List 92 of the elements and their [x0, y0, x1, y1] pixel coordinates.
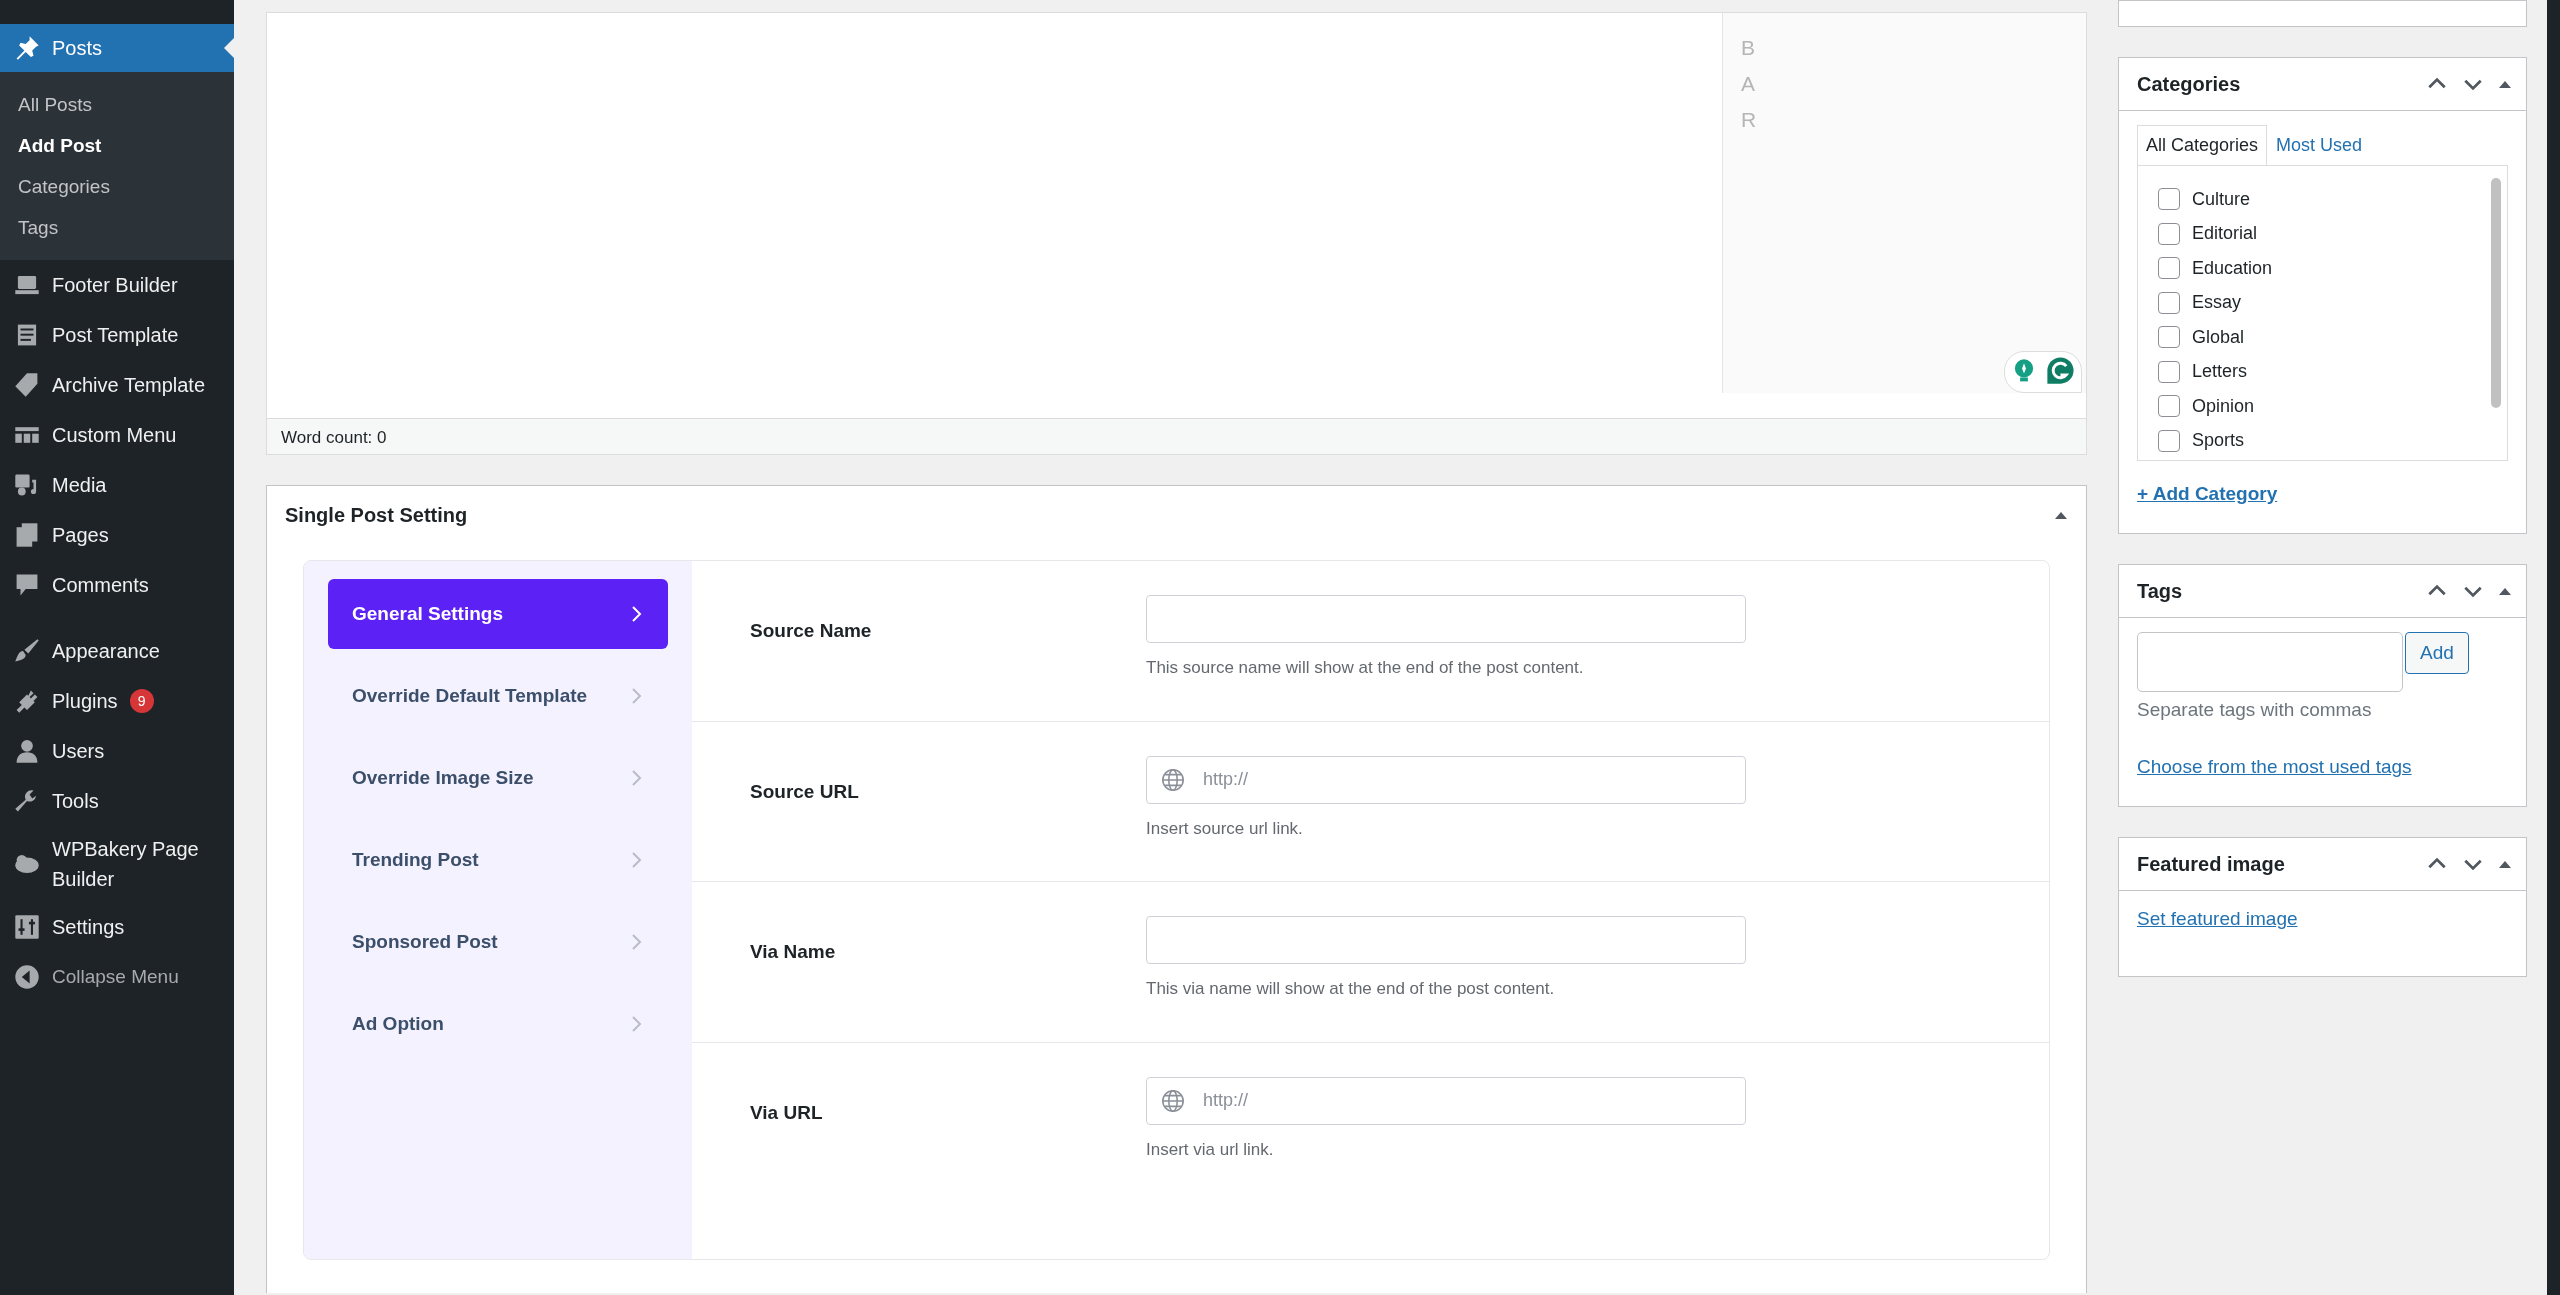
submenu-item[interactable]: Tags [0, 207, 234, 248]
checkbox-label: Essay [2192, 291, 2242, 315]
category-tab[interactable]: All Categories [2137, 125, 2268, 165]
menu-item[interactable]: Pages [0, 510, 234, 560]
submenu-item[interactable]: All Posts [0, 84, 234, 125]
submenu-item[interactable]: Add Post [0, 125, 234, 166]
field-label: Via Name [750, 940, 837, 964]
menu-item[interactable]: Post Template [0, 310, 234, 360]
menu-item[interactable]: WPBakery Page Builder [0, 826, 234, 902]
input-field[interactable]: http:// [1146, 755, 1746, 804]
sidebar-letter: B [1741, 35, 1756, 61]
most-used-tags-link[interactable]: Choose from the most used tags [2137, 753, 2412, 782]
checkbox-label: Letters [2192, 360, 2248, 384]
menu-item[interactable]: Tools [0, 776, 234, 826]
checkbox-label: Culture [2192, 187, 2251, 211]
checkbox[interactable] [2158, 326, 2180, 349]
user-icon [14, 738, 40, 764]
menu-item[interactable]: Footer Builder [0, 260, 234, 310]
help-text: Insert via url link. [1146, 1138, 1275, 1161]
help-text: This source name will show at the end of the post content. [1146, 657, 1585, 679]
checkbox-label: Education [2192, 256, 2273, 280]
checkbox[interactable] [2158, 291, 2180, 314]
grammarly-widget[interactable] [2004, 351, 2082, 393]
menu-item[interactable]: Archive Template [0, 360, 234, 410]
help-text: This via name will show at the end of the post content. [1146, 978, 1556, 1000]
checkbox-label: Opinion [2192, 394, 2255, 418]
chevron-right-icon [630, 1015, 644, 1033]
help-text: Insert source url link. [1146, 817, 1304, 840]
plug-icon [14, 688, 40, 714]
meta-box-title: Single Post Setting [285, 503, 468, 528]
field-label: Source URL [750, 779, 860, 804]
collapse-triangle-icon[interactable] [2054, 510, 2068, 520]
menu-item[interactable]: Users [0, 726, 234, 776]
pages-icon [14, 522, 40, 548]
checkbox[interactable] [2158, 188, 2180, 211]
url-input[interactable]: http:// [1201, 765, 1731, 794]
settings-tab[interactable]: Override Image Size [328, 743, 668, 813]
meta-box-title: Featured image [2137, 851, 2285, 877]
meta-box-title: Categories [2137, 72, 2241, 97]
menu-item[interactable]: Settings [0, 902, 234, 952]
chevron-right-icon [630, 687, 644, 705]
pin-icon [14, 35, 40, 61]
chevron-right-icon [630, 605, 644, 623]
settings-tab[interactable]: General Settings [328, 579, 668, 649]
checkbox-label: Editorial [2192, 222, 2258, 246]
checkbox[interactable] [2158, 360, 2180, 383]
settings-tab[interactable]: Sponsored Post [328, 907, 668, 977]
globe-icon [1161, 767, 1185, 792]
hint-text: Separate tags with commas [2137, 698, 2373, 723]
add-button[interactable]: Add [2405, 631, 2469, 674]
sliders-icon [14, 914, 40, 940]
menu-item[interactable]: Appearance [0, 626, 234, 676]
settings-tab[interactable]: Override Default Template [328, 661, 668, 731]
field-label: Source Name [750, 619, 873, 643]
sidebar-letter: R [1741, 107, 1758, 133]
menu-item[interactable]: Posts [0, 24, 234, 72]
checkbox[interactable] [2158, 395, 2180, 418]
category-tab[interactable]: Most Used [2267, 125, 2372, 165]
add-category-link[interactable]: + Add Category [2137, 480, 2278, 509]
update-count-badge: 9 [129, 689, 154, 713]
menu-item[interactable]: Comments [0, 560, 234, 610]
field-label: Via URL [750, 1100, 824, 1125]
collapse-menu-button[interactable]: Collapse Menu [0, 952, 234, 1002]
chevron-right-icon [630, 769, 644, 787]
settings-tab[interactable]: Trending Post [328, 825, 668, 895]
input-field[interactable] [1146, 916, 1746, 964]
paintbrush-icon [14, 638, 40, 664]
settings-tab[interactable]: Ad Option [328, 989, 668, 1059]
checkbox-label: Global [2192, 325, 2245, 349]
input-field[interactable] [1146, 595, 1746, 643]
collapse-triangle-icon[interactable] [2498, 79, 2512, 89]
chevron-right-icon [630, 933, 644, 951]
sidebar-letter: A [1741, 71, 1756, 97]
globe-icon [1161, 1088, 1185, 1113]
menu-item[interactable]: Custom Menu [0, 410, 234, 460]
url-input[interactable]: http:// [1201, 1086, 1731, 1115]
set-featured-image-link[interactable]: Set featured image [2137, 904, 2298, 953]
menu-item[interactable]: Plugins 9 [0, 676, 234, 726]
checkbox[interactable] [2158, 222, 2180, 245]
checkbox[interactable] [2158, 257, 2180, 280]
tag-icon [14, 372, 40, 398]
checkbox[interactable] [2158, 429, 2180, 452]
checkbox-label: Sports [2192, 429, 2245, 453]
input-field[interactable]: http:// [1146, 1076, 1746, 1125]
menu-item[interactable]: Media [0, 460, 234, 510]
collapse-icon [14, 964, 40, 990]
chevron-right-icon [630, 851, 644, 869]
submenu-item[interactable]: Categories [0, 166, 234, 207]
meta-box-title: Tags [2137, 578, 2183, 604]
scrollbar-thumb[interactable] [2491, 178, 2501, 408]
tag-input-field[interactable] [2137, 631, 2403, 692]
word-count: Word count: 0 [267, 418, 2086, 454]
